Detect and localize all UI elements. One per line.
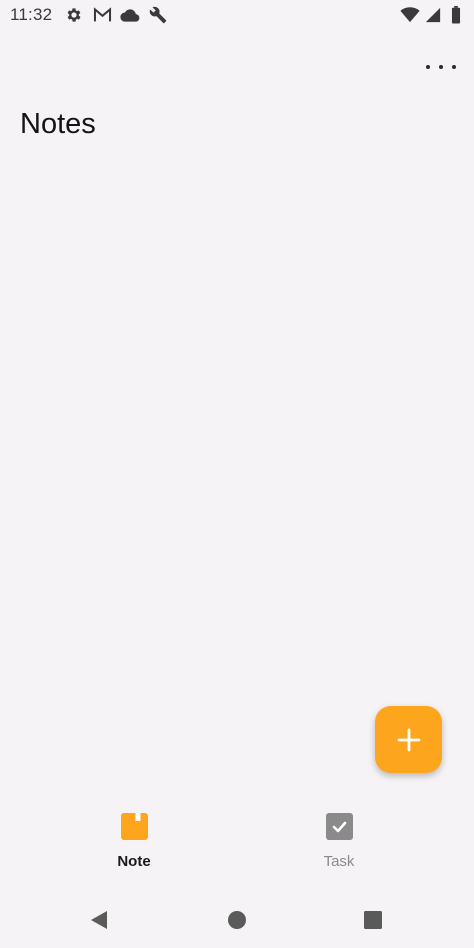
note-icon — [120, 812, 148, 840]
system-navigation-bar — [0, 892, 474, 948]
more-horizontal-icon-dot — [439, 65, 443, 69]
more-options-button[interactable] — [426, 56, 456, 78]
plus-icon — [397, 728, 420, 751]
status-bar: 11:32 — [0, 0, 474, 30]
add-note-button[interactable] — [375, 706, 442, 773]
home-icon — [228, 911, 246, 929]
nav-label-task: Task — [323, 853, 355, 870]
home-button[interactable] — [225, 908, 249, 932]
back-button[interactable] — [87, 908, 111, 932]
nav-item-note[interactable]: Note — [54, 800, 214, 886]
task-checkbox-icon — [325, 812, 353, 840]
wifi-icon — [400, 6, 420, 24]
bottom-navigation: Note Task — [0, 800, 474, 886]
cloud-icon — [120, 6, 140, 24]
status-notification-icons — [64, 6, 168, 24]
status-time: 11:32 — [10, 5, 53, 24]
nav-item-task[interactable]: Task — [259, 800, 419, 886]
page-title: Notes — [20, 108, 96, 140]
gmail-icon — [92, 6, 112, 24]
wrench-icon — [148, 6, 168, 24]
status-system-icons — [400, 6, 466, 24]
more-horizontal-icon — [426, 65, 430, 69]
recents-button[interactable] — [361, 908, 385, 932]
recents-icon — [364, 911, 382, 929]
more-horizontal-icon-dot — [452, 65, 456, 69]
battery-icon — [446, 6, 466, 24]
signal-icon — [423, 6, 443, 24]
notes-screen: 11:32 Notes Note Task — [0, 0, 474, 948]
settings-icon — [64, 6, 84, 24]
nav-label-note: Note — [117, 853, 151, 870]
back-icon — [91, 911, 107, 929]
